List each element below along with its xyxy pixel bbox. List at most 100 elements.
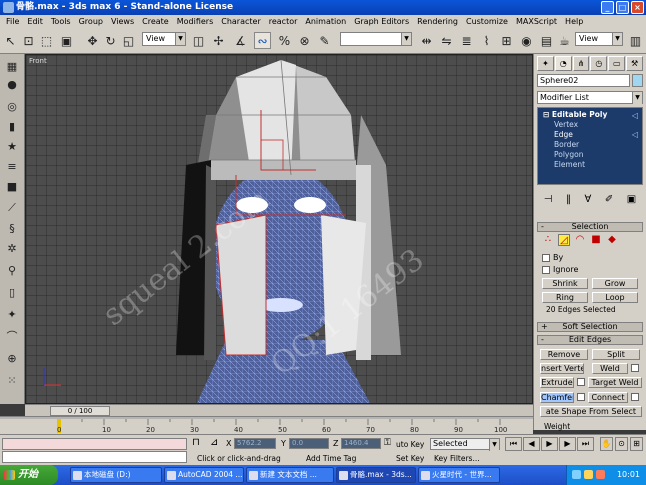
- quick-render-icon[interactable]: ☕: [556, 32, 573, 49]
- menu-modifiers[interactable]: Modifiers: [173, 15, 218, 28]
- star-icon[interactable]: ★: [3, 138, 21, 154]
- object-color-swatch[interactable]: [632, 74, 643, 87]
- snap-toggle-icon[interactable]: ∡: [232, 32, 249, 49]
- helper-icon[interactable]: ⊕: [3, 350, 21, 366]
- stack-item-polygon[interactable]: Polygon: [554, 150, 583, 160]
- front-viewport[interactable]: Front squeal 2.com QQ:1 16493: [25, 54, 533, 404]
- taskbar-item-3dsmax[interactable]: 骨骼.max - 3ds...: [336, 467, 416, 483]
- menu-help[interactable]: Help: [561, 15, 587, 28]
- connect-settings-icon[interactable]: [631, 393, 639, 401]
- sphere-icon[interactable]: ●: [3, 76, 21, 92]
- zoom-icon[interactable]: ✋: [600, 437, 613, 451]
- insert-vertex-button[interactable]: nsert Verte: [540, 363, 584, 374]
- taskbar-item-autocad[interactable]: AutoCAD 2004 ...: [164, 467, 244, 483]
- connect-button[interactable]: Connect: [588, 392, 628, 403]
- display-tab-icon[interactable]: ▭: [608, 56, 626, 71]
- auto-key-button[interactable]: uto Key: [396, 440, 424, 449]
- menu-reactor[interactable]: reactor: [265, 15, 302, 28]
- play-icon[interactable]: ▶: [541, 437, 558, 451]
- maximize-viewport-icon[interactable]: ⊞: [630, 437, 643, 451]
- percent-snap-icon[interactable]: %: [276, 32, 293, 49]
- menu-character[interactable]: Character: [217, 15, 265, 28]
- stack-item-border[interactable]: Border: [554, 140, 579, 150]
- vertex-level-icon[interactable]: ∴: [542, 234, 554, 246]
- extrude-button[interactable]: Extrude: [540, 377, 574, 388]
- taskbar-item-notepad[interactable]: 新建 文本文档 ...: [246, 467, 334, 483]
- menu-group[interactable]: Group: [75, 15, 107, 28]
- menu-tools[interactable]: Tools: [47, 15, 75, 28]
- edit-named-selection-icon[interactable]: ✎: [316, 32, 333, 49]
- bone-icon[interactable]: ⚲: [3, 262, 21, 278]
- shrink-button[interactable]: Shrink: [542, 278, 588, 289]
- pin-stack-icon[interactable]: ⊣: [544, 194, 553, 205]
- ignore-backfacing-checkbox[interactable]: Ignore: [542, 265, 578, 275]
- stack-item-element[interactable]: Element: [554, 160, 585, 170]
- previous-frame-icon[interactable]: ◀: [523, 437, 540, 451]
- utilities-tab-icon[interactable]: ⚒: [626, 56, 643, 71]
- element-level-icon[interactable]: ◆: [606, 234, 618, 246]
- loop-button[interactable]: Loop: [592, 292, 638, 303]
- create-tab-icon[interactable]: ✦: [537, 56, 554, 71]
- gear-icon[interactable]: ✲: [3, 240, 21, 256]
- chamfer-settings-icon[interactable]: [577, 393, 585, 401]
- edge-level-icon[interactable]: ◿: [558, 234, 570, 246]
- render-last-icon[interactable]: ▥: [627, 32, 644, 49]
- track-bar[interactable]: 0 10 20 30 40 50 60 70 80 90 100: [0, 416, 533, 434]
- modify-tab-icon[interactable]: ◔: [554, 56, 572, 71]
- render-type-dropdown[interactable]: View ▼: [575, 32, 623, 46]
- key-mode-dropdown[interactable]: Selected ▼: [430, 438, 500, 451]
- menu-rendering[interactable]: Rendering: [413, 15, 462, 28]
- mirror-icon[interactable]: ⇹: [418, 32, 435, 49]
- maximize-button[interactable]: □: [616, 1, 629, 14]
- scale-icon[interactable]: ◱: [120, 32, 137, 49]
- stack-item-vertex[interactable]: Vertex: [554, 120, 578, 130]
- motion-tab-icon[interactable]: ◷: [590, 56, 608, 71]
- weld-button[interactable]: Weld: [592, 363, 628, 374]
- render-scene-icon[interactable]: ▤: [538, 32, 555, 49]
- split-button[interactable]: Split: [592, 349, 640, 360]
- select-region-icon[interactable]: ⬚: [38, 32, 55, 49]
- add-time-tag-button[interactable]: Add Time Tag: [306, 454, 356, 463]
- maxscript-listener-input[interactable]: [2, 451, 187, 463]
- menu-create[interactable]: Create: [138, 15, 173, 28]
- y-coordinate-field[interactable]: 0.0: [289, 438, 329, 449]
- configure-modifier-sets-icon[interactable]: ▣: [627, 194, 636, 205]
- dots-icon[interactable]: ⁙: [3, 372, 21, 388]
- stack-icon[interactable]: ≡: [3, 158, 21, 174]
- stack-item-editable-poly[interactable]: ⊟ Editable Poly: [543, 110, 607, 120]
- polygon-level-icon[interactable]: ■: [590, 234, 602, 246]
- shape-icon[interactable]: ⌒: [3, 328, 21, 344]
- menu-edit[interactable]: Edit: [23, 15, 47, 28]
- weld-settings-icon[interactable]: [631, 364, 639, 372]
- select-filter-icon[interactable]: ▣: [58, 32, 75, 49]
- schematic-view-icon[interactable]: ⊞: [498, 32, 515, 49]
- reference-coord-dropdown[interactable]: View ▼: [142, 32, 186, 46]
- cylinder-icon[interactable]: ▮: [3, 118, 21, 134]
- time-slider-thumb[interactable]: 0 / 100: [50, 406, 110, 416]
- move-icon[interactable]: ✥: [84, 32, 101, 49]
- close-button[interactable]: ×: [631, 1, 644, 14]
- go-to-start-icon[interactable]: ⏮: [505, 437, 522, 451]
- maxscript-listener-output[interactable]: [2, 438, 187, 450]
- edit-edges-rollout-header[interactable]: - Edit Edges: [537, 335, 643, 345]
- ring-button[interactable]: Ring: [542, 292, 588, 303]
- menu-customize[interactable]: Customize: [462, 15, 512, 28]
- x-coordinate-field[interactable]: 5762.2: [234, 438, 276, 449]
- volume-icon[interactable]: [584, 470, 593, 479]
- torus-icon[interactable]: ◎: [3, 98, 21, 114]
- viewport-label[interactable]: Front: [29, 57, 47, 65]
- curve-editor-icon[interactable]: ⌇: [478, 32, 495, 49]
- spinner-snap-icon[interactable]: ⊗: [296, 32, 313, 49]
- go-to-end-icon[interactable]: ⏭: [577, 437, 594, 451]
- pivot-center-icon[interactable]: ◫: [190, 32, 207, 49]
- selection-rollout-header[interactable]: - Selection: [537, 222, 643, 232]
- arc-rotate-icon[interactable]: ⊙: [615, 437, 628, 451]
- chamfer-button[interactable]: Chamfer: [540, 392, 574, 403]
- create-shape-button[interactable]: ate Shape From Select: [540, 406, 642, 417]
- absolute-mode-icon[interactable]: ⊿: [210, 437, 218, 448]
- key-filters-button[interactable]: Key Filters...: [434, 454, 480, 463]
- select-by-name-icon[interactable]: ⊡: [20, 32, 37, 49]
- menu-views[interactable]: Views: [107, 15, 138, 28]
- z-coordinate-field[interactable]: 1460.4: [341, 438, 381, 449]
- extrude-settings-icon[interactable]: [577, 378, 585, 386]
